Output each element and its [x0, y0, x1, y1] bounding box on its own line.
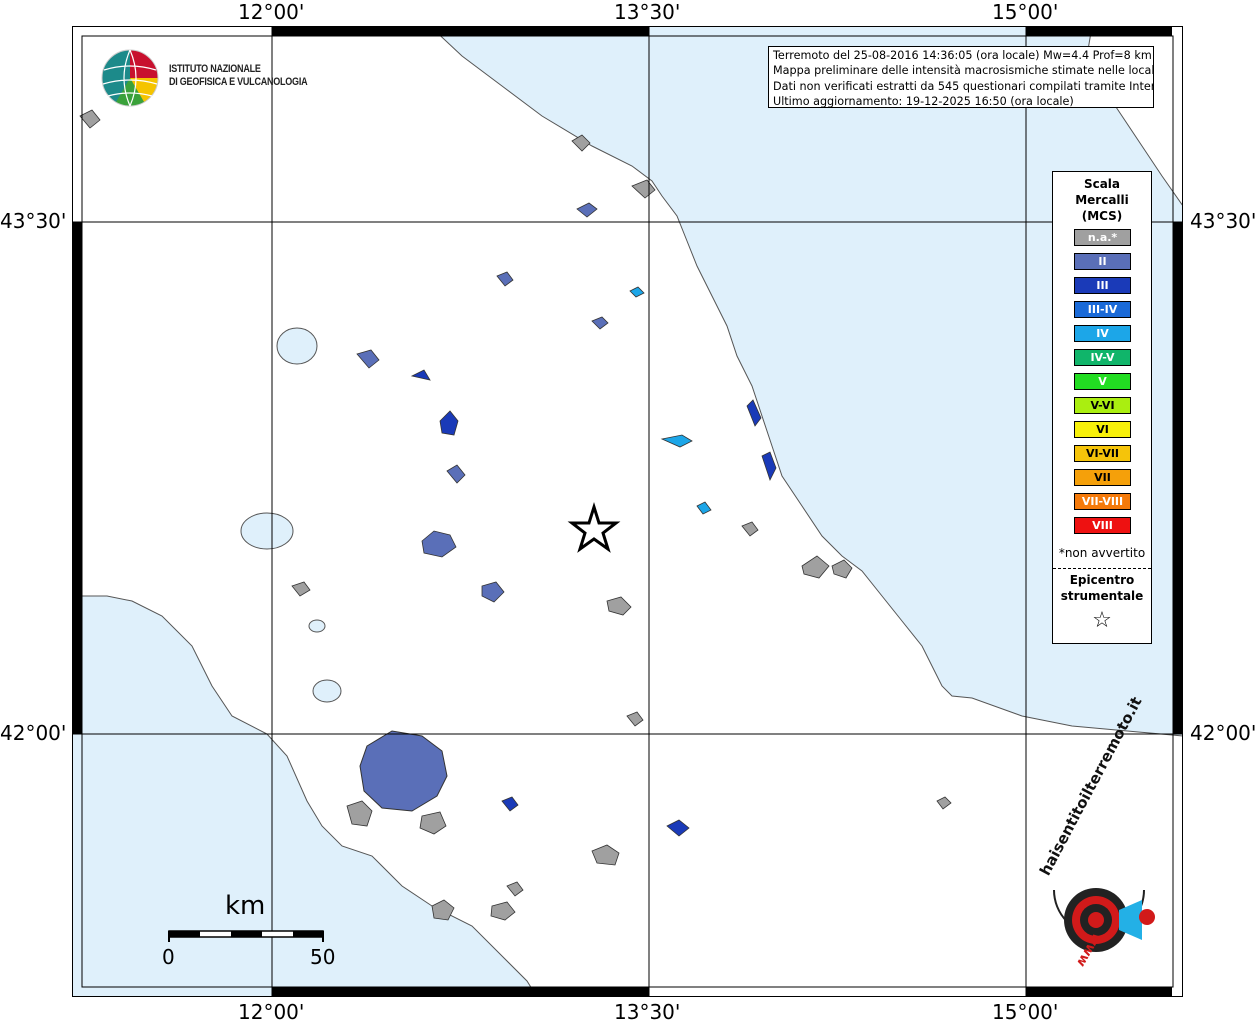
legend-swatch: VII [1074, 469, 1131, 486]
lon-label-top-2: 13°30' [614, 0, 681, 24]
info-line-2: Mappa preliminare delle intensità macros… [773, 64, 1154, 78]
haisentito-logo [1053, 888, 1155, 952]
not-felt-note: *non avvertito [1058, 546, 1146, 560]
legend-title-line-1: Scala [1083, 177, 1121, 191]
lat-label-left-1: 43°30' [0, 209, 67, 233]
lat-label-right-1: 43°30' [1190, 209, 1255, 233]
ingv-name: ISTITUTO NAZIONALE DI GEOFISICA E VULCAN… [169, 63, 308, 89]
epicenter-label-line-1: Epicentro [1069, 573, 1135, 587]
legend-swatch: IV-V [1074, 349, 1131, 366]
lat-label-left-2: 42°00' [0, 721, 67, 745]
legend-swatch: VIII [1074, 517, 1131, 534]
info-line-3: Dati non verificati estratti da 545 ques… [773, 79, 1154, 93]
legend-title-line-3: (MCS) [1081, 209, 1123, 223]
lake-bracciano [312, 679, 342, 703]
lon-label-top-1: 12°00' [238, 0, 305, 24]
info-line-4: Ultimo aggiornamento: 19-12-2025 16:50 (… [773, 94, 1074, 108]
lon-label-top-3: 15°00' [992, 0, 1059, 24]
legend-swatch: IV [1074, 325, 1131, 342]
legend-swatch: VII-VIII [1074, 493, 1131, 510]
event-info-box: Terremoto del 25-08-2016 14:36:05 (ora l… [768, 46, 1154, 108]
legend-swatch: VI [1074, 421, 1131, 438]
macroseismic-map [72, 26, 1183, 997]
legend-title: Scala Mercalli (MCS) [1053, 176, 1151, 224]
scale-bar [168, 930, 324, 942]
ingv-globe-logo [101, 49, 159, 107]
lon-label-bottom-1: 12°00' [238, 1000, 305, 1024]
legend-star-icon: ☆ [1092, 608, 1112, 633]
info-line-1: Terremoto del 25-08-2016 14:36:05 (ora l… [773, 49, 1152, 62]
legend-swatch: V-VI [1074, 397, 1131, 414]
legend-title-line-2: Mercalli [1075, 193, 1129, 207]
legend-separator [1053, 568, 1151, 569]
lat-label-right-2: 42°00' [1190, 721, 1255, 745]
epicenter-label-line-2: strumentale [1060, 589, 1144, 603]
lon-label-bottom-3: 15°00' [992, 1000, 1059, 1024]
scale-end: 50 [310, 945, 336, 969]
legend-swatch: II [1074, 253, 1131, 270]
ingv-name-line-1: ISTITUTO NAZIONALE [169, 63, 261, 75]
legend-swatch: VI-VII [1074, 445, 1131, 462]
legend-swatch: V [1074, 373, 1131, 390]
lake-trasimeno [276, 327, 318, 365]
lon-label-bottom-2: 13°30' [614, 1000, 681, 1024]
lake-bolsena [240, 512, 294, 550]
ingv-name-line-2: DI GEOFISICA E VULCANOLOGIA [169, 76, 308, 88]
scale-start: 0 [162, 945, 175, 969]
lake-vico [308, 619, 326, 633]
epicenter-label: Epicentro strumentale [1053, 572, 1151, 604]
scale-unit: km [225, 891, 266, 921]
mcs-legend: Scala Mercalli (MCS) n.a.* II III III-IV IV I… [1052, 171, 1152, 644]
legend-swatch: III-IV [1074, 301, 1131, 318]
legend-swatch: n.a.* [1074, 229, 1131, 246]
legend-swatch: III [1074, 277, 1131, 294]
